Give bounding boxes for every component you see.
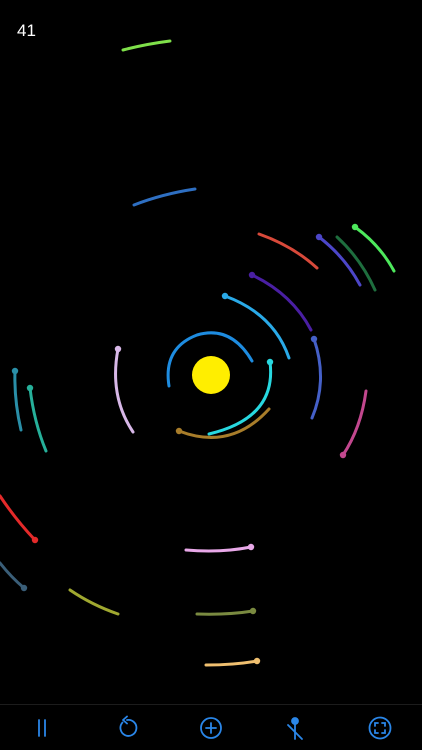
trail-pink-right (341, 389, 368, 457)
pause-button[interactable] (22, 708, 62, 748)
planet[interactable] (114, 345, 122, 353)
trail-purple-mid (250, 273, 313, 332)
planet[interactable] (221, 292, 229, 300)
pin-slash-icon (287, 717, 304, 740)
trail-peach-bottom (204, 659, 259, 667)
planet[interactable] (253, 657, 261, 665)
planet[interactable] (31, 536, 39, 544)
add-button[interactable] (191, 708, 231, 748)
planet[interactable] (351, 223, 359, 231)
trail-sky-mid (223, 294, 291, 360)
planet[interactable] (175, 427, 183, 435)
trail-red-upper-right (257, 232, 319, 270)
planet[interactable] (310, 335, 318, 343)
trail-slateblue-mid (310, 337, 322, 420)
reset-button[interactable] (107, 708, 147, 748)
gravity-button[interactable] (275, 708, 315, 748)
trail-bronze-inner (177, 407, 271, 439)
trail-blue-upper (132, 187, 197, 207)
planet[interactable] (20, 584, 28, 592)
trail-pink-lower (184, 545, 253, 553)
trail-steel-left (0, 561, 26, 590)
planet[interactable] (248, 271, 256, 279)
rotate-ccw-icon (119, 715, 137, 737)
planet[interactable] (26, 384, 34, 392)
planet[interactable] (266, 358, 274, 366)
fit-view-button[interactable] (360, 708, 400, 748)
planet[interactable] (249, 607, 257, 615)
simulation-screen[interactable]: 41 (0, 0, 422, 750)
trail-darkgreen-right (335, 235, 377, 292)
trail-olive-lower (195, 609, 255, 616)
focus-frame-icon (368, 716, 392, 740)
trail-lavender-inner (114, 347, 135, 434)
orbit-canvas[interactable] (0, 0, 422, 704)
trail-red-left (0, 494, 37, 542)
planet[interactable] (315, 233, 323, 241)
pause-icon (38, 719, 47, 737)
planet[interactable] (339, 451, 347, 459)
trail-teal-left-1 (13, 369, 23, 432)
sun (192, 356, 230, 394)
plus-circle-icon (200, 717, 222, 739)
toolbar (0, 704, 422, 750)
trail-indigo-right (317, 235, 362, 287)
planet[interactable] (11, 367, 19, 375)
trail-green-top (121, 39, 172, 52)
trail-teal-left-2 (28, 386, 48, 453)
trail-olive-lower-left (68, 588, 120, 616)
planet[interactable] (247, 543, 255, 551)
